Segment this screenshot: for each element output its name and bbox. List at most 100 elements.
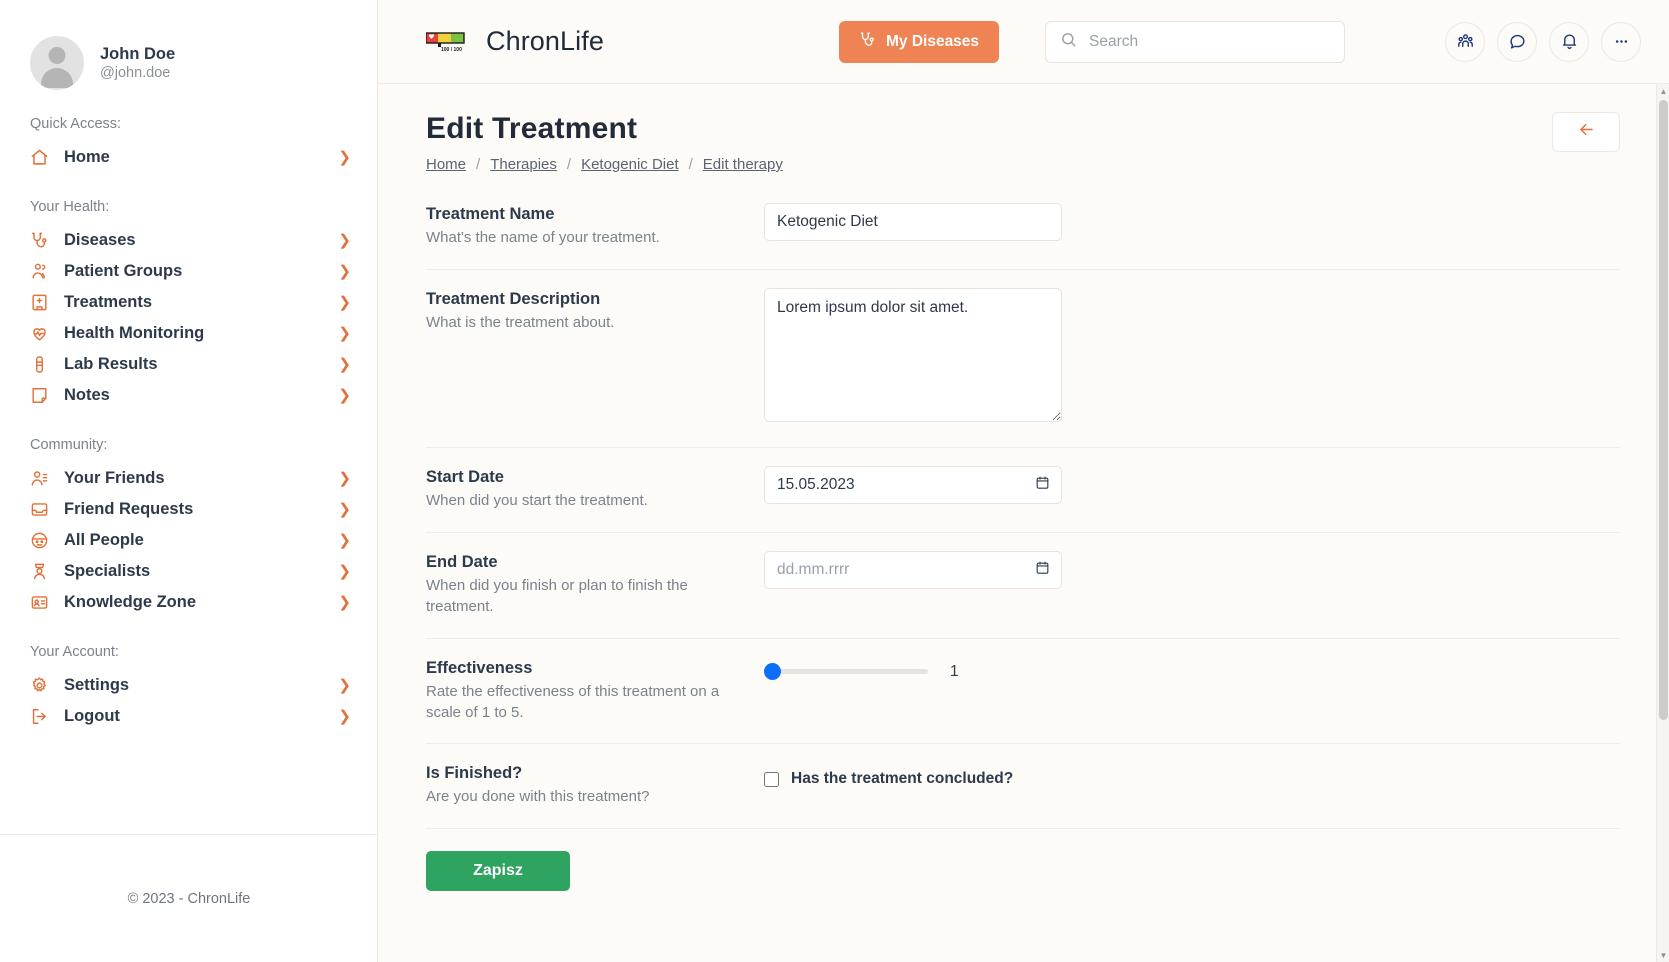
home-icon xyxy=(28,147,50,169)
chevron-right-icon: ❯ xyxy=(338,594,351,611)
treatment-description-textarea[interactable] xyxy=(764,287,1062,422)
breadcrumb-item-ketogenic-diet[interactable]: Ketogenic Diet xyxy=(581,156,679,173)
field-help: Are you done with this treatment? xyxy=(426,788,650,806)
sidebar-item-treatments[interactable]: Treatments ❯ xyxy=(0,287,377,318)
sidebar-item-lab-results[interactable]: Lab Results ❯ xyxy=(0,349,377,380)
field-help: What is the treatment about. xyxy=(426,314,615,332)
field-label: Effectiveness xyxy=(426,658,533,677)
hospital-icon xyxy=(28,292,50,314)
save-button[interactable]: Zapisz xyxy=(426,851,570,892)
heart-pulse-icon xyxy=(28,323,50,345)
vertical-scrollbar[interactable]: ▲ ▼ xyxy=(1656,84,1669,962)
form-row-is-finished: Is Finished? Are you done with this trea… xyxy=(426,744,1620,830)
user-list-icon xyxy=(28,468,50,490)
treatment-name-input[interactable] xyxy=(764,203,1062,241)
doctor-icon xyxy=(28,561,50,583)
sidebar-item-your-friends[interactable]: Your Friends ❯ xyxy=(0,463,377,494)
field-help: What's the name of your treatment. xyxy=(426,229,660,247)
form-field-col xyxy=(764,287,1620,427)
profile-block[interactable]: John Doe @john.doe xyxy=(0,0,377,90)
chevron-right-icon: ❯ xyxy=(338,232,351,249)
field-help: When did you finish or plan to finish th… xyxy=(426,577,688,615)
chevron-right-icon: ❯ xyxy=(338,263,351,280)
page-title: Edit Treatment xyxy=(426,112,638,145)
sidebar-item-patient-groups[interactable]: Patient Groups ❯ xyxy=(0,256,377,287)
avatar xyxy=(30,36,84,90)
bell-icon[interactable] xyxy=(1549,21,1589,62)
sidebar-item-label: Patient Groups xyxy=(64,262,183,280)
sidebar-item-friend-requests[interactable]: Friend Requests ❯ xyxy=(0,494,377,525)
breadcrumb-item-edit-therapy[interactable]: Edit therapy xyxy=(703,156,783,173)
sidebar-item-all-people[interactable]: All People ❯ xyxy=(0,525,377,556)
sidebar-item-label: Health Monitoring xyxy=(64,324,205,342)
field-label: Treatment Description xyxy=(426,289,601,308)
chat-icon[interactable] xyxy=(1497,21,1537,62)
start-date-wrapper xyxy=(764,465,1062,504)
content-inner: Edit Treatment Home / Therapies / Ketoge… xyxy=(378,112,1668,931)
brand-logo[interactable]: 100 / 100 ChronLife xyxy=(425,26,604,57)
form-label-col: Is Finished? Are you done with this trea… xyxy=(426,762,764,808)
is-finished-checkbox[interactable] xyxy=(764,771,779,787)
inbox-icon xyxy=(28,499,50,521)
breadcrumb-item-home[interactable]: Home xyxy=(426,156,466,173)
edit-treatment-form: Treatment Name What's the name of your t… xyxy=(426,199,1620,892)
sidebar-item-health-monitoring[interactable]: Health Monitoring ❯ xyxy=(0,318,377,349)
chevron-right-icon: ❯ xyxy=(338,149,351,166)
content-scroll-area: Edit Treatment Home / Therapies / Ketoge… xyxy=(378,84,1669,962)
back-button[interactable] xyxy=(1552,112,1620,152)
chevron-right-icon: ❯ xyxy=(338,356,351,373)
id-card-icon xyxy=(28,592,50,614)
sidebar-item-diseases[interactable]: Diseases ❯ xyxy=(0,225,377,256)
sidebar-item-logout[interactable]: Logout ❯ xyxy=(0,701,377,732)
form-label-col: Treatment Name What's the name of your t… xyxy=(426,203,764,249)
topbar: 100 / 100 ChronLife My Diseases xyxy=(378,0,1669,84)
sidebar-item-specialists[interactable]: Specialists ❯ xyxy=(0,556,377,587)
scrollbar-thumb[interactable] xyxy=(1659,100,1668,720)
search-box[interactable] xyxy=(1045,20,1346,63)
chevron-right-icon: ❯ xyxy=(338,532,351,549)
breadcrumb-separator: / xyxy=(688,156,693,173)
chevron-right-icon: ❯ xyxy=(338,470,351,487)
more-icon[interactable] xyxy=(1601,21,1641,62)
effectiveness-slider-row: 1 xyxy=(764,657,1620,681)
form-label-col: Treatment Description What is the treatm… xyxy=(426,288,764,334)
nav-section-your-health: Your Health: Diseases ❯ Patient Groups ❯ xyxy=(0,199,377,411)
sidebar-item-knowledge-zone[interactable]: Knowledge Zone ❯ xyxy=(0,587,377,618)
sidebar-item-label: Diseases xyxy=(64,231,136,249)
health-bar-logo: 100 / 100 xyxy=(425,29,472,55)
form-field-col xyxy=(764,550,1620,589)
chevron-right-icon: ❯ xyxy=(338,563,351,580)
sidebar-item-label: Settings xyxy=(64,676,130,694)
sidebar-item-settings[interactable]: Settings ❯ xyxy=(0,670,377,701)
breadcrumb-item-therapies[interactable]: Therapies xyxy=(490,156,557,173)
end-date-input[interactable] xyxy=(764,550,1062,589)
stethoscope-icon xyxy=(28,230,50,252)
search-input[interactable] xyxy=(1089,32,1331,51)
nav-section-your-account: Your Account: Settings ❯ Logout ❯ xyxy=(0,644,377,732)
logout-icon xyxy=(28,706,50,728)
main-area: 100 / 100 ChronLife My Diseases Search E… xyxy=(378,0,1669,962)
search-icon xyxy=(1060,31,1077,53)
form-field-col: Has the treatment concluded? xyxy=(764,762,1620,788)
sidebar-item-home[interactable]: Home ❯ xyxy=(0,142,377,173)
form-label-col: Start Date When did you start the treatm… xyxy=(426,466,764,512)
sidebar-item-label: Home xyxy=(64,148,110,166)
gear-icon xyxy=(28,675,50,697)
my-diseases-button[interactable]: My Diseases xyxy=(838,20,1000,63)
sidebar-item-label: Notes xyxy=(64,386,110,404)
end-date-wrapper xyxy=(764,550,1062,589)
sidebar-item-label: Treatments xyxy=(64,293,153,311)
stethoscope-icon xyxy=(859,31,876,53)
field-help: When did you start the treatment. xyxy=(426,492,648,510)
scroll-down-icon[interactable]: ▼ xyxy=(1657,948,1669,962)
sidebar-item-notes[interactable]: Notes ❯ xyxy=(0,380,377,411)
people-icon[interactable] xyxy=(1445,21,1485,62)
start-date-input[interactable] xyxy=(764,465,1062,504)
chevron-right-icon: ❯ xyxy=(338,708,351,725)
nav-heading-your-account: Your Account: xyxy=(30,644,119,660)
form-row-effectiveness: Effectiveness Rate the effectiveness of … xyxy=(426,639,1620,745)
scroll-up-icon[interactable]: ▲ xyxy=(1657,84,1669,98)
effectiveness-slider[interactable] xyxy=(764,669,928,675)
nav-section-community: Community: Your Friends ❯ Friend Request… xyxy=(0,437,377,618)
sidebar-item-label: Lab Results xyxy=(64,355,158,373)
